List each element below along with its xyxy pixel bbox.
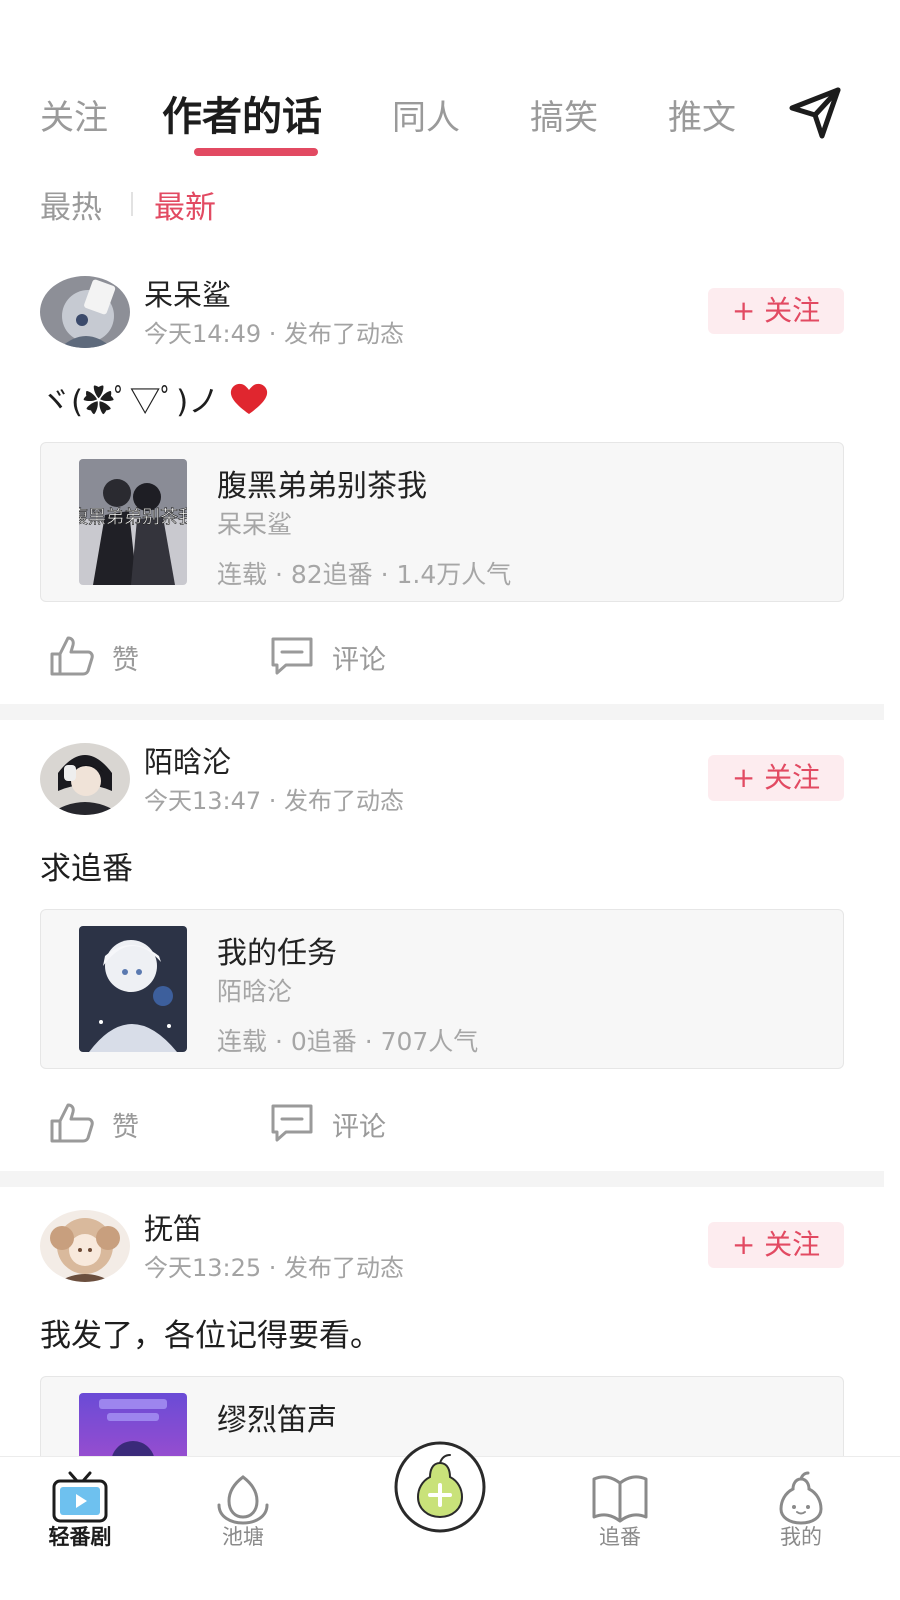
nav-item-home[interactable]: 轻番剧 — [20, 1457, 140, 1600]
follow-button[interactable]: + 关注 — [708, 1222, 844, 1268]
paper-plane-icon — [789, 87, 841, 139]
pond-icon — [217, 1475, 269, 1525]
work-card[interactable]: 我的任务 陌晗沦 连载 · 0追番 · 707人气 — [40, 909, 844, 1069]
nav-item-pond[interactable]: 池塘 — [183, 1457, 303, 1600]
cover-title-text: 腹黑弟弟别茶我 — [79, 507, 187, 528]
tv-icon — [52, 1471, 108, 1523]
author-name[interactable]: 陌晗沦 — [144, 739, 231, 781]
tab-fan-works[interactable]: 同人 — [392, 90, 460, 139]
work-title: 缪烈笛声 — [217, 1403, 337, 1438]
comment-icon — [271, 637, 313, 675]
pear-add-icon — [394, 1441, 486, 1533]
like-button[interactable]: 赞 — [48, 1101, 139, 1145]
post-text: 我发了，各位记得要看。 — [40, 1318, 381, 1354]
sort-newest[interactable]: 最新 — [154, 182, 216, 227]
follow-button[interactable]: + 关注 — [708, 288, 844, 334]
work-card[interactable]: 腹黑弟弟别茶我 腹黑弟弟别茶我 呆呆鲨 连载 · 82追番 · 1.4万人气 — [40, 442, 844, 602]
heart-icon — [230, 383, 268, 414]
post-meta: 今天14:49 · 发布了动态 — [144, 320, 405, 348]
pear-face-icon — [779, 1471, 823, 1525]
category-tab-bar: 关注 作者的话 同人 搞笑 推文 — [0, 78, 900, 168]
post-meta: 今天13:47 · 发布了动态 — [144, 787, 405, 815]
sort-divider — [131, 192, 133, 216]
post-text: ヾ(✿ﾟ▽ﾟ)ノ — [40, 376, 269, 421]
nav-label-home: 轻番剧 — [48, 1525, 112, 1549]
active-tab-indicator — [194, 148, 318, 156]
nav-label-profile: 我的 — [780, 1525, 822, 1549]
work-author: 陌晗沦 — [217, 977, 293, 1006]
tab-author-words[interactable]: 作者的话 — [162, 84, 322, 142]
thumbs-up-icon — [50, 1103, 94, 1143]
work-author: 呆呆鲨 — [217, 510, 293, 539]
post-text: 求追番 — [40, 851, 133, 887]
nav-item-follow-list[interactable]: 追番 — [560, 1457, 680, 1600]
tab-follow[interactable]: 关注 — [40, 90, 108, 139]
nav-label-pond: 池塘 — [222, 1525, 264, 1549]
post-separator — [0, 704, 884, 720]
bottom-nav: 轻番剧 池塘 追番 我的 — [0, 1441, 900, 1600]
work-cover — [79, 926, 187, 1052]
author-name[interactable]: 抚笛 — [144, 1206, 202, 1248]
comment-label: 评论 — [332, 1112, 386, 1143]
comment-label: 评论 — [332, 645, 386, 676]
follow-button[interactable]: + 关注 — [708, 755, 844, 801]
send-button[interactable] — [786, 84, 846, 144]
work-stats: 连载 · 0追番 · 707人气 — [217, 1027, 479, 1056]
post-separator — [0, 1171, 884, 1187]
post-meta: 今天13:25 · 发布了动态 — [144, 1254, 405, 1282]
comment-button[interactable]: 评论 — [268, 634, 386, 678]
tab-recommend[interactable]: 推文 — [668, 90, 736, 139]
work-title: 我的任务 — [217, 936, 337, 971]
avatar[interactable] — [40, 1210, 130, 1282]
avatar[interactable] — [40, 276, 130, 348]
nav-item-profile[interactable]: 我的 — [741, 1457, 861, 1600]
book-icon — [592, 1475, 648, 1523]
sort-hot[interactable]: 最热 — [40, 182, 102, 227]
post-text-content: ヾ(✿ﾟ▽ﾟ)ノ — [40, 384, 220, 420]
comment-icon — [271, 1104, 313, 1142]
avatar[interactable] — [40, 743, 130, 815]
author-name[interactable]: 呆呆鲨 — [144, 272, 231, 314]
tab-funny[interactable]: 搞笑 — [530, 90, 598, 139]
work-cover: 腹黑弟弟别茶我 — [79, 459, 187, 585]
nav-label-follow-list: 追番 — [599, 1525, 641, 1549]
work-title: 腹黑弟弟别茶我 — [217, 469, 427, 504]
create-button[interactable] — [388, 1441, 492, 1533]
thumbs-up-icon — [50, 636, 94, 676]
like-label: 赞 — [112, 645, 139, 676]
comment-button[interactable]: 评论 — [268, 1101, 386, 1145]
like-label: 赞 — [112, 1112, 139, 1143]
like-button[interactable]: 赞 — [48, 634, 139, 678]
work-stats: 连载 · 82追番 · 1.4万人气 — [217, 560, 512, 589]
